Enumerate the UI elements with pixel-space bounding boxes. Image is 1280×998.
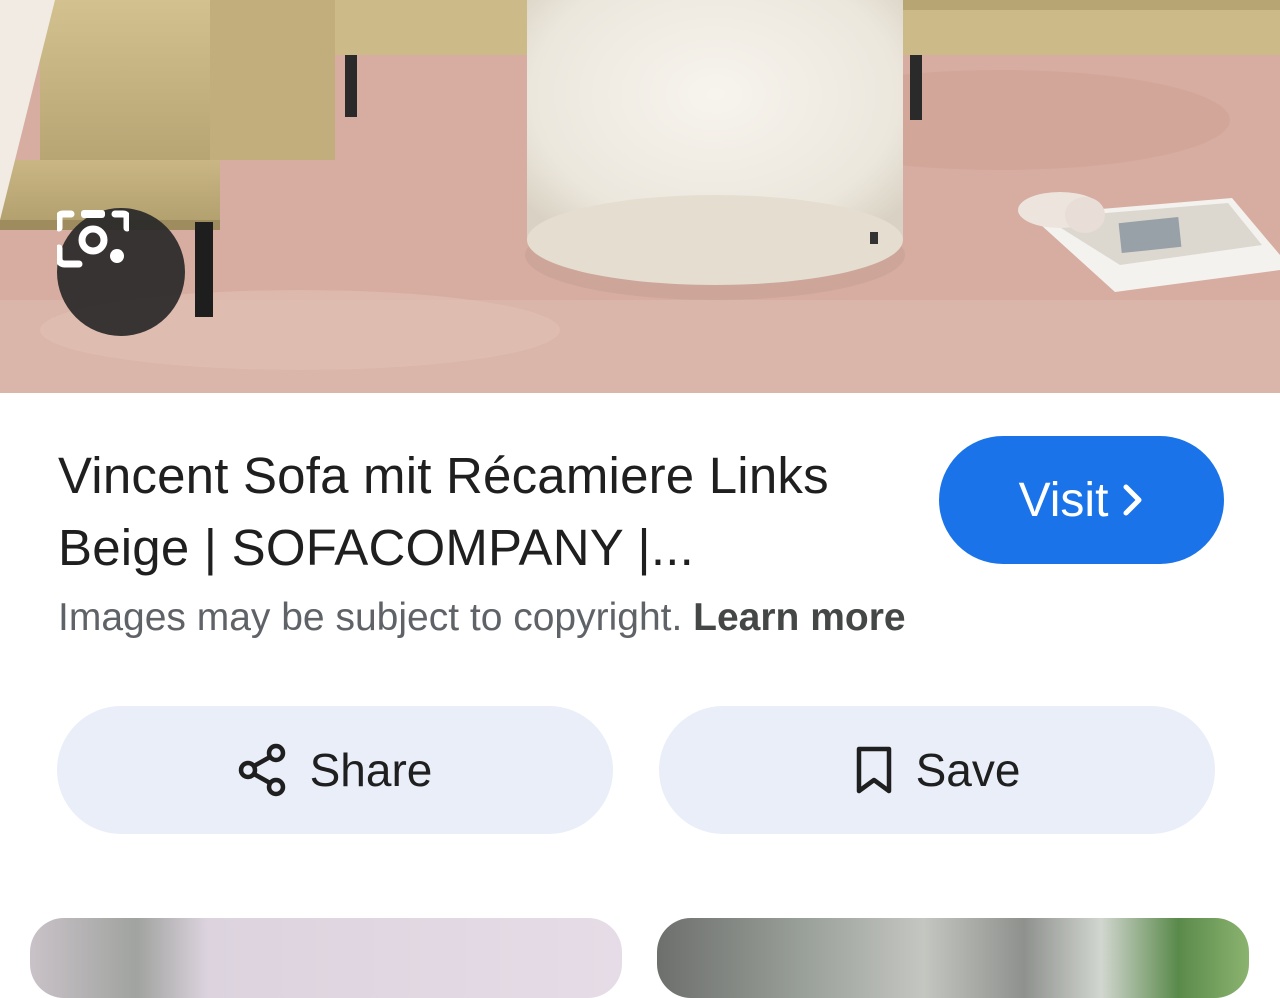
visit-button-label: Visit	[1018, 473, 1109, 527]
share-button-label: Share	[309, 744, 433, 796]
share-icon	[238, 743, 285, 797]
bookmark-icon	[856, 746, 891, 794]
related-image-thumbnail[interactable]	[30, 918, 622, 998]
copyright-notice: Images may be subject to copyright. Lear…	[58, 596, 906, 640]
chevron-right-icon	[1123, 484, 1142, 516]
visit-button[interactable]: Visit	[939, 436, 1224, 564]
product-image[interactable]	[0, 0, 1280, 393]
save-button-label: Save	[915, 744, 1021, 796]
result-title[interactable]: Vincent Sofa mit Récamiere Links Beige |…	[58, 440, 898, 584]
learn-more-link[interactable]: Learn more	[693, 596, 905, 639]
google-lens-button[interactable]	[57, 208, 185, 336]
copyright-text: Images may be subject to copyright.	[58, 596, 683, 639]
save-button[interactable]: Save	[659, 706, 1215, 834]
google-lens-icon	[57, 210, 129, 268]
sofa-room-photo	[0, 0, 1280, 393]
share-button[interactable]: Share	[57, 706, 613, 834]
related-image-thumbnail[interactable]	[657, 918, 1249, 998]
